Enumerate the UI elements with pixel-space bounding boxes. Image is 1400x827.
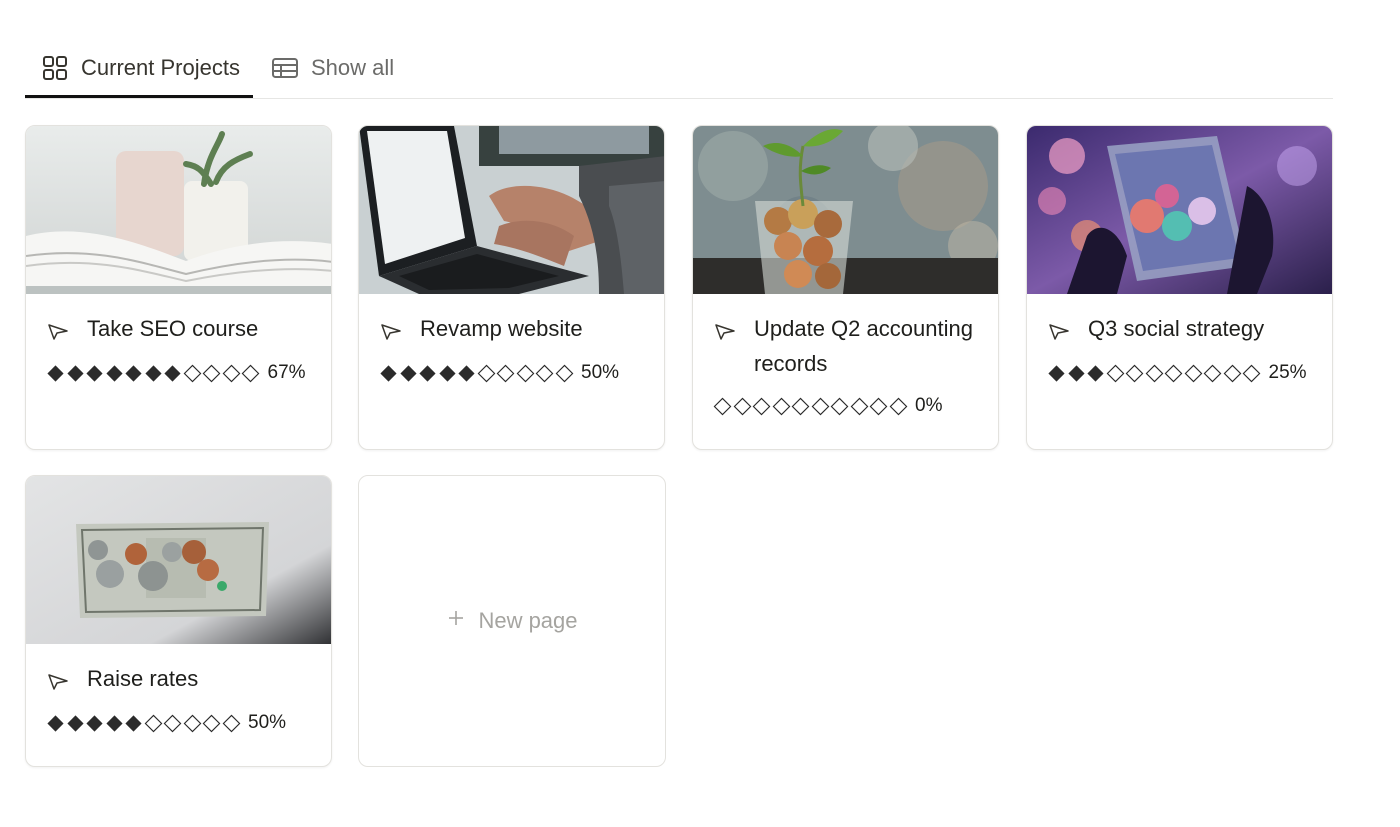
diamond-empty: [222, 363, 242, 383]
card-title: Take SEO course: [87, 316, 259, 341]
diamond-empty: [1184, 363, 1204, 383]
laptop-typing-photo: [359, 126, 664, 294]
diamond-empty: [144, 713, 164, 733]
diamond-filled: [85, 713, 105, 733]
diamond-empty: [1223, 363, 1243, 383]
new-page-button[interactable]: New page: [358, 475, 666, 767]
card-title: Raise rates: [87, 666, 199, 691]
diamond-empty: [1106, 363, 1126, 383]
progress-bar: 50%: [379, 362, 646, 384]
diamond-filled: [418, 363, 438, 383]
progress-diamonds: [379, 363, 574, 383]
progress-diamonds: [1047, 363, 1262, 383]
paper-plane-icon: [46, 668, 70, 692]
diamond-empty: [183, 713, 203, 733]
progress-percent: 25%: [1268, 362, 1307, 383]
project-card[interactable]: Raise rates 50%: [25, 475, 332, 767]
progress-bar: 67%: [46, 362, 313, 384]
diamond-filled: [124, 713, 144, 733]
diamond-filled: [46, 363, 66, 383]
project-card[interactable]: Take SEO course 67%: [25, 125, 332, 450]
diamond-empty: [713, 396, 733, 416]
project-card[interactable]: Revamp website 50%: [358, 125, 665, 450]
tab-current-projects[interactable]: Current Projects: [25, 40, 253, 98]
diamond-empty: [535, 363, 555, 383]
diamond-filled: [163, 363, 183, 383]
gallery-grid-icon: [41, 54, 69, 82]
progress-percent: 0%: [915, 395, 943, 416]
tab-label: Show all: [310, 55, 395, 80]
progress-percent: 50%: [248, 712, 287, 733]
diamond-filled: [144, 363, 164, 383]
diamond-empty: [202, 363, 222, 383]
diamond-filled: [105, 363, 125, 383]
paper-plane-icon: [379, 318, 403, 342]
progress-bar: 25%: [1047, 362, 1314, 384]
diamond-empty: [163, 713, 183, 733]
diamond-empty: [1164, 363, 1184, 383]
diamond-empty: [1203, 363, 1223, 383]
diamond-filled: [1086, 363, 1106, 383]
diamond-empty: [496, 363, 516, 383]
diamond-empty: [1125, 363, 1145, 383]
paper-plane-icon: [46, 318, 70, 342]
diamond-empty: [752, 396, 772, 416]
progress-bar: 0%: [713, 395, 980, 417]
card-title: Revamp website: [420, 316, 583, 341]
diamond-empty: [889, 396, 909, 416]
diamond-filled: [438, 363, 458, 383]
tab-show-all[interactable]: Show all: [253, 40, 407, 96]
dollar-bill-coins-photo: [26, 476, 331, 644]
diamond-empty: [811, 396, 831, 416]
card-title: Q3 social strategy: [1088, 316, 1265, 341]
diamond-filled: [399, 363, 419, 383]
view-tabs: Current Projects Show all: [25, 40, 1333, 99]
open-book-and-plant-photo: [26, 126, 331, 294]
phone-bokeh-photo: [1027, 126, 1332, 294]
diamond-empty: [1145, 363, 1165, 383]
diamond-empty: [850, 396, 870, 416]
diamond-filled: [1067, 363, 1087, 383]
diamond-filled: [46, 713, 66, 733]
diamond-filled: [1047, 363, 1067, 383]
plus-icon: [446, 607, 466, 635]
progress-percent: 50%: [581, 362, 620, 383]
diamond-filled: [124, 363, 144, 383]
gallery-view: Current Projects Show all Take SEO cours…: [0, 0, 1400, 827]
progress-bar: 50%: [46, 712, 313, 734]
tab-label: Current Projects: [81, 54, 240, 80]
diamond-empty: [733, 396, 753, 416]
diamond-filled: [66, 713, 86, 733]
table-icon: [271, 54, 299, 82]
diamond-empty: [183, 363, 203, 383]
paper-plane-icon: [1047, 318, 1071, 342]
project-card[interactable]: Update Q2 accounting records 0%: [692, 125, 999, 450]
diamond-empty: [222, 713, 242, 733]
card-title: Update Q2 accounting records: [754, 316, 973, 376]
diamond-filled: [85, 363, 105, 383]
paper-plane-icon: [713, 318, 737, 342]
diamond-filled: [105, 713, 125, 733]
diamond-filled: [457, 363, 477, 383]
diamond-empty: [202, 713, 222, 733]
diamond-empty: [791, 396, 811, 416]
diamond-filled: [379, 363, 399, 383]
diamond-filled: [66, 363, 86, 383]
diamond-empty: [516, 363, 536, 383]
diamond-empty: [772, 396, 792, 416]
diamond-empty: [869, 396, 889, 416]
progress-diamonds: [46, 363, 261, 383]
diamond-empty: [241, 363, 261, 383]
diamond-empty: [1242, 363, 1262, 383]
progress-percent: 67%: [267, 362, 306, 383]
project-card[interactable]: Q3 social strategy 25%: [1026, 125, 1333, 450]
progress-diamonds: [713, 396, 908, 416]
new-page-label: New page: [478, 608, 578, 633]
diamond-empty: [477, 363, 497, 383]
progress-diamonds: [46, 713, 241, 733]
diamond-empty: [830, 396, 850, 416]
coins-jar-plant-photo: [693, 126, 998, 294]
diamond-empty: [555, 363, 575, 383]
